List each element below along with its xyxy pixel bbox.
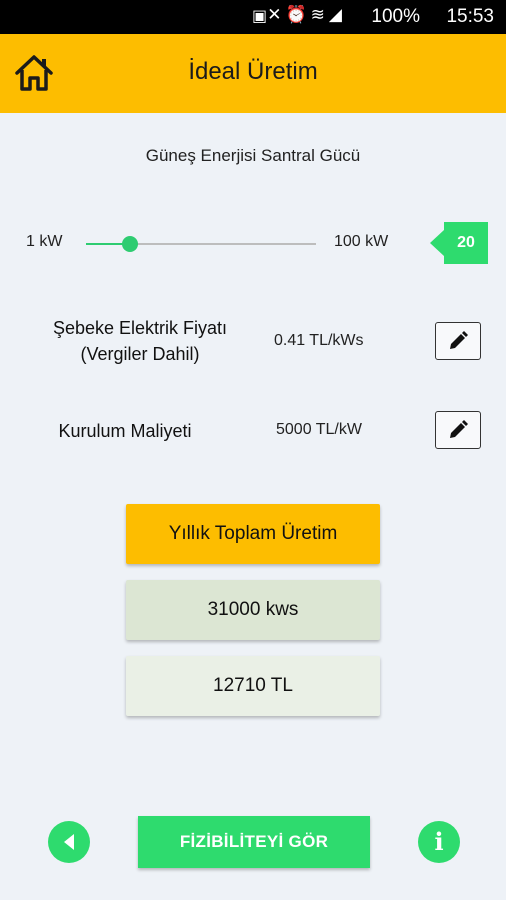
annual-production-header: Yıllık Toplam Üretim bbox=[126, 504, 380, 564]
electricity-price-label-line2: (Vergiler Dahil) bbox=[80, 344, 200, 364]
electricity-price-value: 0.41 TL/kWs bbox=[274, 332, 364, 349]
back-button[interactable] bbox=[48, 821, 90, 863]
wifi-icon: ≋ bbox=[310, 5, 329, 24]
back-arrow-icon bbox=[64, 834, 74, 850]
status-icons: ✕⏰≋◢ bbox=[267, 5, 346, 25]
app-bar: İdeal Üretim bbox=[0, 34, 506, 113]
edit-cost-button[interactable] bbox=[435, 411, 481, 449]
clock: 15:53 bbox=[446, 6, 494, 27]
pencil-icon bbox=[450, 331, 468, 349]
electricity-price-label: Şebeke Elektrik Fiyatı (Vergiler Dahil) bbox=[20, 315, 260, 367]
view-feasibility-button[interactable]: FİZİBİLİTEYİ GÖR bbox=[138, 816, 370, 868]
production-value: 31000 kws bbox=[126, 580, 380, 640]
edit-price-button[interactable] bbox=[435, 322, 481, 360]
slider-thumb[interactable] bbox=[122, 236, 138, 252]
power-value-badge: 20 bbox=[430, 222, 488, 264]
installation-cost-label: Kurulum Maliyeti bbox=[58, 421, 192, 441]
installation-cost-value: 5000 TL/kW bbox=[276, 421, 362, 438]
info-button[interactable]: i bbox=[418, 821, 460, 863]
mute-icon: ✕ bbox=[267, 5, 286, 24]
alarm-icon: ⏰ bbox=[285, 5, 311, 24]
status-bar: ▣ ✕⏰≋◢ 100% 15:53 bbox=[0, 0, 506, 34]
power-value: 20 bbox=[457, 234, 475, 251]
amount-value: 12710 TL bbox=[126, 656, 380, 716]
info-icon: i bbox=[434, 827, 444, 856]
electricity-price-label-line1: Şebeke Elektrik Fiyatı bbox=[52, 318, 228, 338]
power-section-title: Güneş Enerjisi Santral Gücü bbox=[145, 146, 361, 165]
signal-icon: ◢ bbox=[328, 5, 346, 24]
page-title: İdeal Üretim bbox=[188, 58, 318, 85]
battery-percentage: 100% bbox=[371, 6, 420, 27]
power-slider[interactable] bbox=[86, 236, 316, 252]
slider-min-label: 1 kW bbox=[26, 233, 63, 250]
notification-icon: ▣ bbox=[252, 8, 268, 25]
slider-max-label: 100 kW bbox=[334, 233, 389, 250]
pencil-icon bbox=[450, 420, 468, 438]
